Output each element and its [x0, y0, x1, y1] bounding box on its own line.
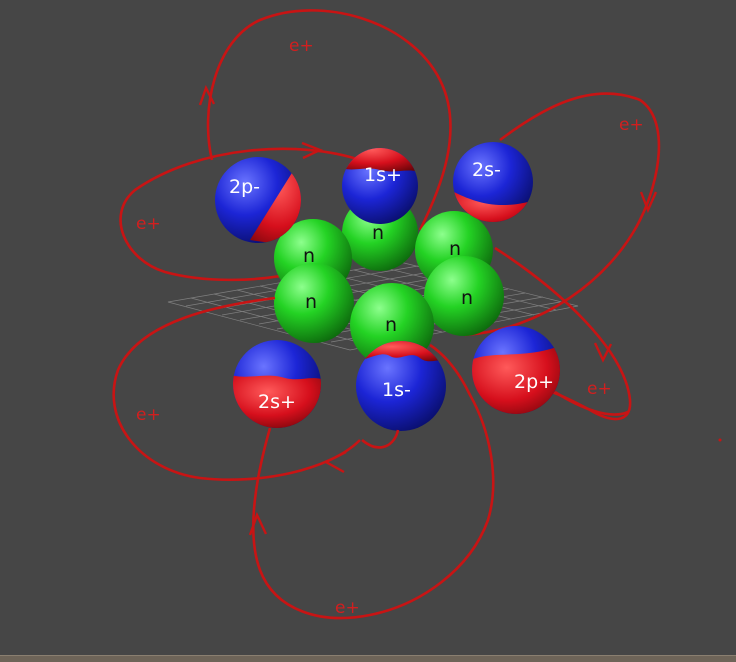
orbit-label: e+: [289, 36, 314, 56]
arrow-icon: [323, 450, 347, 474]
3d-viewport[interactable]: n n n n n n 2p- 1s+ 2s- 2s+ 2p+ 1s- e+ e…: [0, 0, 736, 662]
electron-label: 2p-: [229, 176, 260, 198]
electron-label: 2s+: [258, 391, 296, 413]
neutron-label: n: [449, 238, 461, 260]
neutron-label: n: [385, 314, 397, 336]
electron-label: 2p+: [514, 371, 554, 393]
stray-dot: [718, 438, 722, 442]
orbit-label: e+: [335, 598, 360, 618]
neutron-label: n: [461, 287, 473, 309]
orbit-label: e+: [587, 379, 612, 399]
orbit-label: e+: [619, 115, 644, 135]
neutron-label: n: [303, 245, 315, 267]
orbit-label: e+: [136, 405, 161, 425]
electron-2p-plus: 2p+: [472, 326, 560, 414]
electron-label: 1s+: [364, 164, 402, 186]
neutron-label: n: [305, 291, 317, 313]
atom-model-scene: n n n n n n 2p- 1s+ 2s- 2s+ 2p+ 1s- e+ e…: [112, 9, 722, 620]
orbit-1s-minus-stem: [361, 429, 400, 449]
orbit-label: e+: [136, 214, 161, 234]
electron-label: 2s-: [472, 159, 501, 181]
neutron-label: n: [372, 222, 384, 244]
electron-label: 1s-: [382, 379, 411, 401]
electron-1s-plus: 1s+: [342, 148, 418, 224]
electron-2s-plus: 2s+: [233, 340, 321, 428]
